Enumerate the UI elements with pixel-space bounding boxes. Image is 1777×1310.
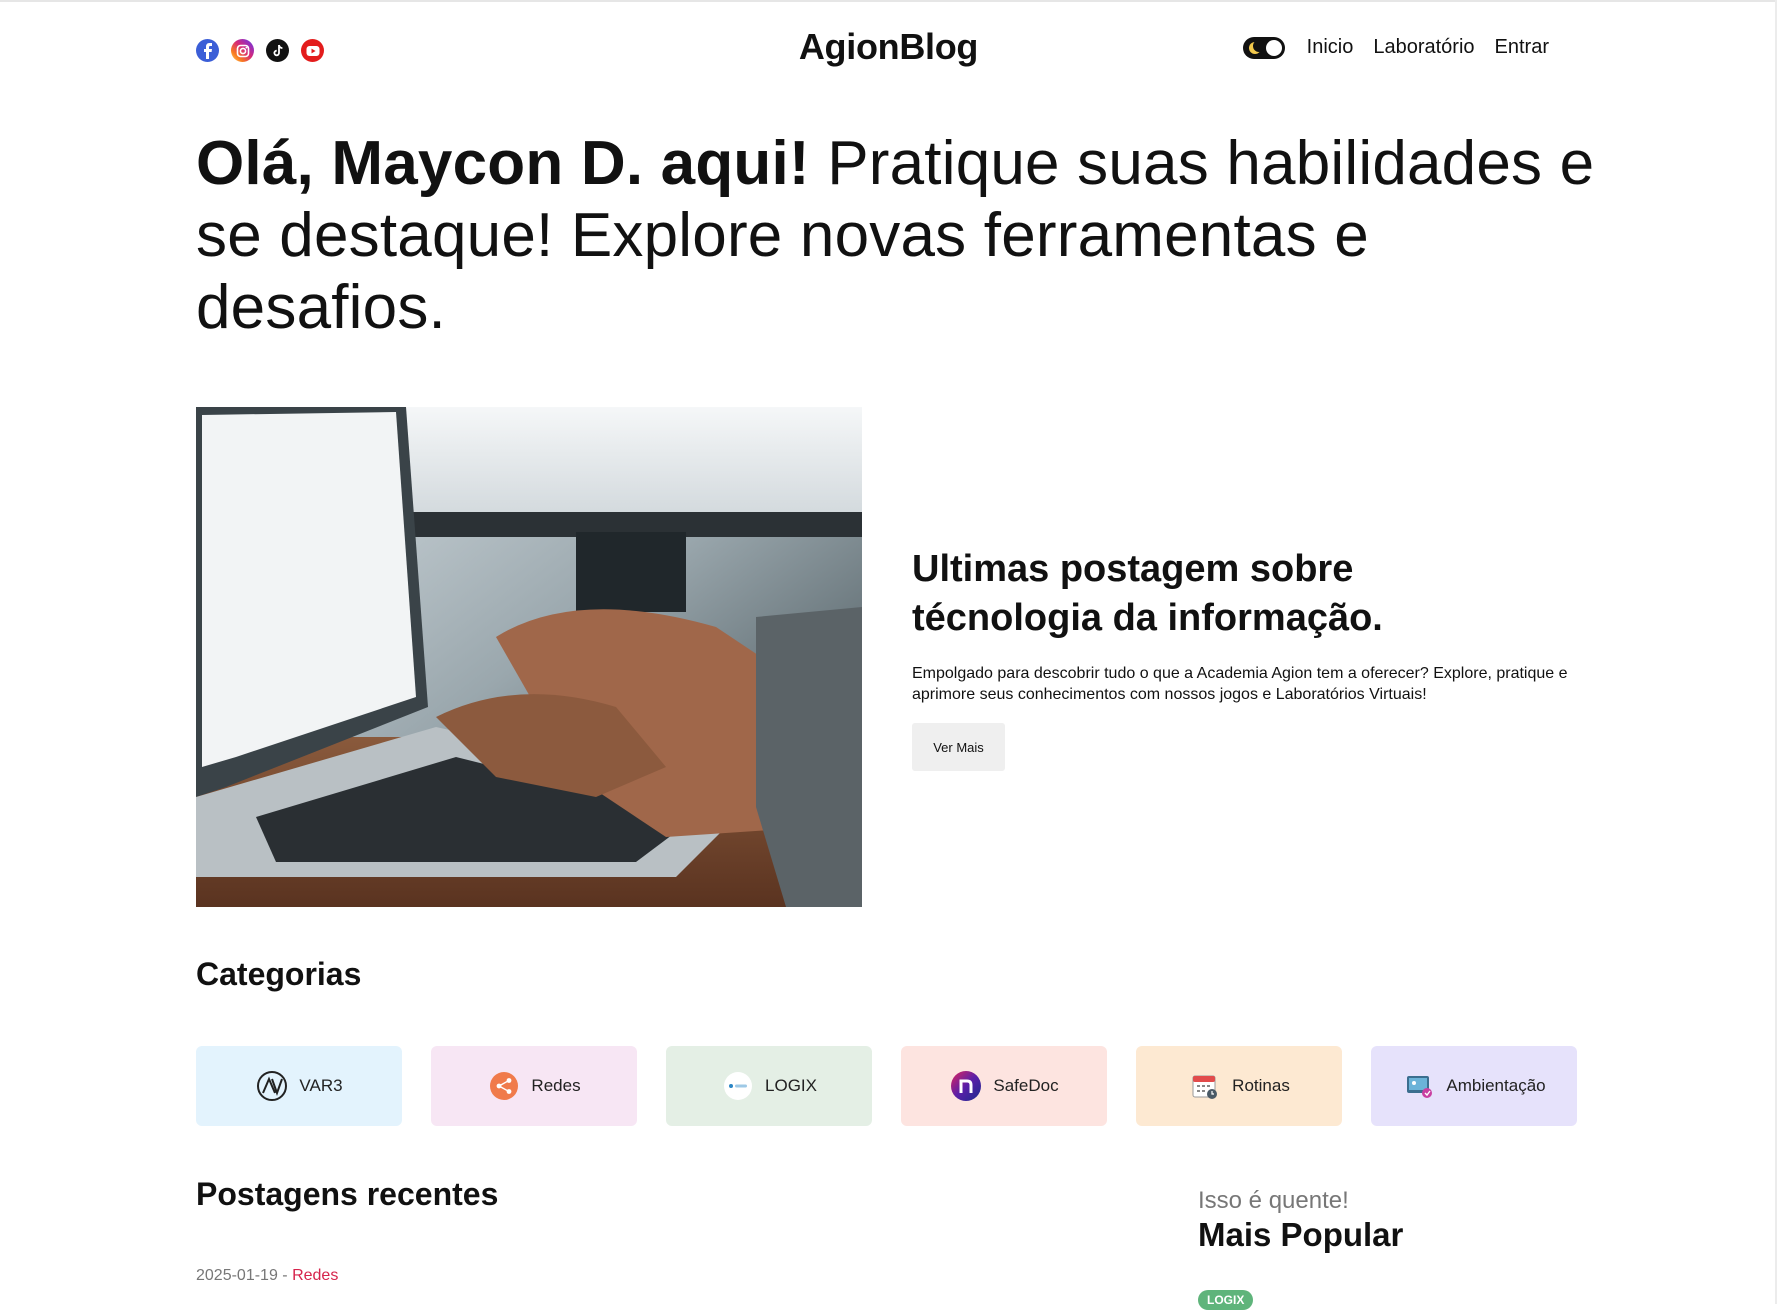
- top-border: [0, 0, 1777, 2]
- popular-kicker: Isso é quente!: [1198, 1187, 1349, 1214]
- category-ambientacao[interactable]: Ambientação: [1371, 1046, 1577, 1126]
- categories-list: VAR3 Redes LOGIX SafeDoc Rotinas Ambient…: [196, 1046, 1577, 1126]
- moon-icon: [1248, 39, 1265, 54]
- category-badge[interactable]: LOGIX: [1198, 1290, 1254, 1310]
- category-logix[interactable]: LOGIX: [666, 1046, 872, 1126]
- category-var3[interactable]: VAR3: [196, 1046, 402, 1126]
- category-label: Ambientação: [1446, 1076, 1546, 1095]
- nav-link-entrar[interactable]: Entrar: [1495, 36, 1549, 59]
- hero-heading: Olá, Maycon D. aqui! Pratique suas habil…: [196, 128, 1616, 344]
- ver-mais-button[interactable]: Ver Mais: [912, 723, 1005, 771]
- featured-image: [196, 407, 862, 907]
- nav-link-inicio[interactable]: Inicio: [1307, 36, 1354, 59]
- popular-title: Mais Popular: [1198, 1216, 1404, 1253]
- logix-logo-icon: [721, 1069, 755, 1103]
- category-safedoc[interactable]: SafeDoc: [901, 1046, 1107, 1126]
- share-network-icon: [487, 1069, 521, 1103]
- post-date: 2025-01-19: [196, 1267, 278, 1284]
- category-rotinas[interactable]: Rotinas: [1136, 1046, 1342, 1126]
- post-category-link[interactable]: Redes: [292, 1267, 338, 1284]
- safedoc-logo-icon: [949, 1069, 983, 1103]
- featured-title: Ultimas postagem sobre técnologia da inf…: [912, 548, 1383, 639]
- category-label: VAR3: [299, 1076, 343, 1095]
- main-nav: Inicio Laboratório Entrar: [1242, 36, 1549, 59]
- toggle-thumb: [1265, 39, 1282, 56]
- category-redes[interactable]: Redes: [431, 1046, 637, 1126]
- category-label: LOGIX: [765, 1076, 817, 1095]
- calendar-icon: [1188, 1069, 1222, 1103]
- category-label: SafeDoc: [993, 1076, 1059, 1095]
- categories-title: Categorias: [196, 956, 362, 992]
- theme-toggle[interactable]: [1242, 36, 1285, 59]
- nav-link-laboratorio[interactable]: Laboratório: [1373, 36, 1474, 59]
- post-meta-separator: -: [277, 1267, 293, 1284]
- var3-logo-icon: [255, 1069, 289, 1103]
- category-label: Rotinas: [1232, 1076, 1290, 1095]
- featured-description: Empolgado para descobrir tudo o que a Ac…: [912, 665, 1568, 703]
- onboarding-icon: [1402, 1069, 1436, 1103]
- hero-greeting: Olá, Maycon D. aqui!: [196, 129, 810, 198]
- category-label: Redes: [531, 1076, 581, 1095]
- post-meta: 2025-01-19 - Redes: [196, 1267, 338, 1285]
- recent-posts-title: Postagens recentes: [196, 1176, 499, 1212]
